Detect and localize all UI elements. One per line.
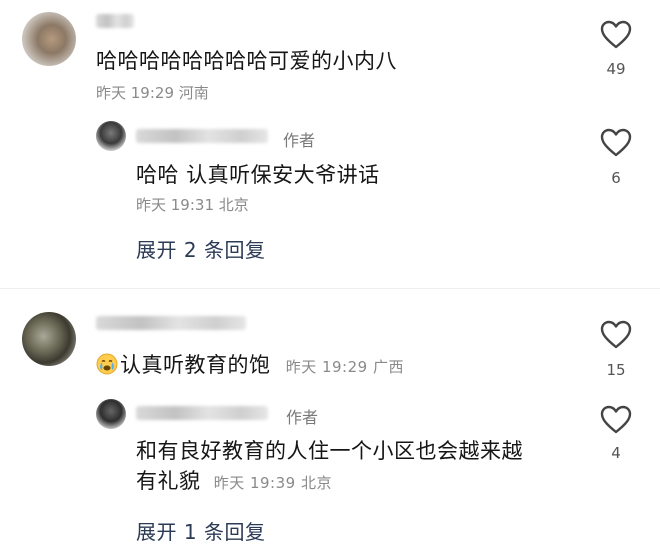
comment-meta: 昨天 19:29 河南 bbox=[96, 82, 209, 103]
comment-text: 哈哈哈哈哈哈哈哈可爱的小内八 bbox=[96, 49, 397, 73]
author-tag: 作者 bbox=[286, 408, 319, 427]
comment-text: 认真听教育的饱 bbox=[120, 353, 271, 377]
reply-location: 北京 bbox=[300, 474, 332, 492]
like-button[interactable] bbox=[596, 320, 636, 350]
comment-time: 昨天 19:29 bbox=[96, 84, 174, 102]
expand-replies-link[interactable]: 展开 2 条回复 bbox=[136, 234, 265, 263]
reply-time: 昨天 19:39 bbox=[213, 474, 296, 492]
reply-text-line-2: 有礼貌 bbox=[136, 469, 201, 493]
avatar[interactable] bbox=[96, 121, 126, 151]
like-count: 6 bbox=[611, 169, 621, 187]
comment-text-row: 认真听教育的饱 昨天 19:29 广西 bbox=[96, 350, 404, 382]
like-count: 15 bbox=[606, 361, 626, 379]
avatar[interactable] bbox=[22, 12, 76, 66]
heart-outline-icon bbox=[600, 128, 632, 157]
username-blurred[interactable] bbox=[136, 406, 268, 420]
reply-meta: 昨天 19:39 北京 bbox=[214, 474, 332, 492]
username-blurred[interactable] bbox=[96, 14, 134, 28]
expand-replies-link[interactable]: 展开 1 条回复 bbox=[136, 516, 265, 545]
comment-meta: 昨天 19:29 广西 bbox=[286, 358, 404, 376]
like-button[interactable] bbox=[596, 128, 636, 158]
comment-location: 广西 bbox=[372, 358, 404, 376]
username-blurred[interactable] bbox=[96, 316, 246, 330]
heart-outline-icon bbox=[600, 20, 632, 49]
reply-text-line-1: 和有良好教育的人住一个小区也会越来越 bbox=[136, 439, 523, 463]
avatar[interactable] bbox=[96, 399, 126, 429]
heart-outline-icon bbox=[600, 320, 632, 349]
heart-outline-icon bbox=[600, 405, 632, 434]
like-count: 4 bbox=[611, 444, 621, 462]
reply-text-line-2-row: 有礼貌 昨天 19:39 北京 bbox=[136, 466, 332, 498]
like-count: 49 bbox=[606, 60, 626, 78]
avatar[interactable] bbox=[22, 312, 76, 366]
divider bbox=[0, 288, 660, 289]
reply-text: 哈哈 认真听保安大爷讲话 bbox=[136, 163, 380, 187]
reply-location: 北京 bbox=[218, 196, 249, 214]
comment-location: 河南 bbox=[178, 84, 209, 102]
comment-time: 昨天 19:29 bbox=[285, 358, 368, 376]
like-button[interactable] bbox=[596, 405, 636, 435]
author-tag: 作者 bbox=[283, 131, 316, 150]
reply-meta: 昨天 19:31 北京 bbox=[136, 194, 249, 215]
reply-time: 昨天 19:31 bbox=[136, 196, 214, 214]
crying-face-icon bbox=[96, 353, 118, 375]
username-blurred[interactable] bbox=[136, 129, 268, 143]
like-button[interactable] bbox=[596, 20, 636, 50]
